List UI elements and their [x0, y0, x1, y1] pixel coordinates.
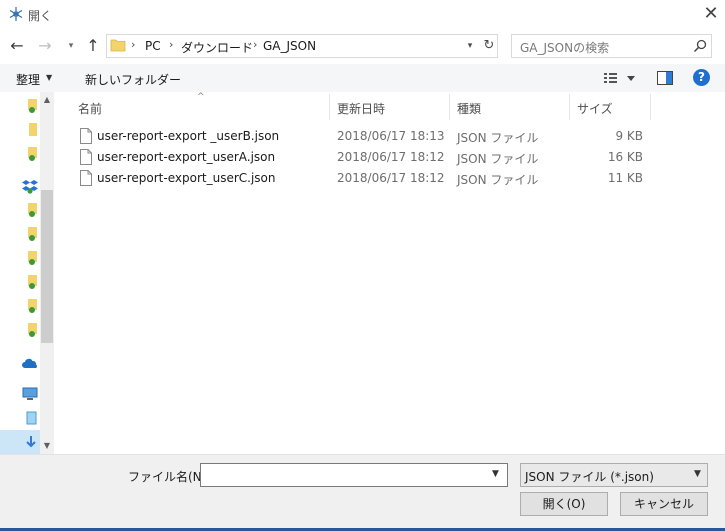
column-header-name[interactable]: 名前	[78, 100, 102, 117]
file-size: 11 KB	[607, 171, 643, 185]
breadcrumb-separator-icon: ›	[131, 38, 136, 51]
window-title: 開く	[28, 9, 53, 23]
breadcrumb-pc[interactable]: PC	[145, 39, 161, 53]
breadcrumb-ga-json[interactable]: GA_JSON	[263, 39, 316, 53]
dropbox-folder-icon[interactable]	[26, 322, 38, 338]
title-bar	[0, 0, 725, 30]
column-divider[interactable]	[449, 94, 450, 120]
command-bar: 整理 ▼ 新しいフォルダー ?	[0, 64, 725, 92]
scrollbar-thumb[interactable]	[41, 190, 53, 343]
column-divider[interactable]	[569, 94, 570, 120]
filename-input[interactable]	[200, 463, 508, 487]
dropbox-folder-icon[interactable]	[26, 226, 38, 242]
app-snowflake-icon	[9, 7, 23, 21]
column-divider[interactable]	[329, 94, 330, 120]
file-name: user-report-export_userC.json	[97, 171, 276, 185]
organize-dropdown-icon[interactable]: ▼	[46, 73, 52, 82]
column-header-type[interactable]: 種類	[457, 100, 481, 117]
scroll-down-icon[interactable]: ▼	[40, 440, 54, 452]
dropbox-icon[interactable]	[22, 178, 38, 194]
cancel-button[interactable]: キャンセル	[620, 492, 708, 516]
scroll-up-icon[interactable]: ▲	[40, 94, 54, 106]
back-arrow-icon[interactable]: ←	[8, 36, 26, 56]
open-button[interactable]: 開く(O)	[520, 492, 608, 516]
filename-history-chevron-icon[interactable]: ▼	[492, 469, 499, 479]
file-date: 2018/06/17 18:12	[337, 171, 445, 185]
organize-button[interactable]: 整理	[16, 71, 40, 88]
file-type: JSON ファイル	[457, 131, 539, 145]
quick-access-folder-icon[interactable]	[26, 98, 38, 114]
library-icon[interactable]	[24, 410, 38, 426]
folder-icon	[110, 39, 126, 52]
search-placeholder: GA_JSONの検索	[520, 41, 610, 55]
dropbox-folder-icon[interactable]	[26, 202, 38, 218]
address-dropdown-chevron-icon[interactable]: ▾	[463, 38, 477, 54]
file-date: 2018/06/17 18:12	[337, 150, 445, 164]
breadcrumb-downloads[interactable]: ダウンロード	[181, 39, 253, 56]
breadcrumb-separator-icon: ›	[169, 38, 174, 51]
breadcrumb-separator-icon: ›	[253, 38, 258, 51]
preview-pane-icon[interactable]	[657, 71, 673, 85]
onedrive-icon[interactable]	[22, 356, 38, 372]
file-icon	[80, 128, 92, 144]
close-button[interactable]: ✕	[700, 3, 722, 25]
file-size: 16 KB	[607, 150, 643, 164]
file-type-value: JSON ファイル (*.json)	[525, 470, 654, 484]
file-row[interactable]: user-report-export_userC.json 2018/06/17…	[72, 168, 652, 189]
refresh-icon[interactable]: ↻	[481, 37, 497, 55]
column-header-size[interactable]: サイズ	[577, 100, 613, 117]
file-row[interactable]: user-report-export _userB.json 2018/06/1…	[72, 126, 652, 147]
quick-access-folder-icon[interactable]	[26, 122, 38, 138]
forward-arrow-icon[interactable]: →	[36, 36, 54, 56]
view-options-icon[interactable]	[600, 70, 640, 86]
new-folder-button[interactable]: 新しいフォルダー	[85, 71, 181, 88]
file-row[interactable]: user-report-export_userA.json 2018/06/17…	[72, 147, 652, 168]
filename-label: ファイル名(N):	[128, 470, 211, 484]
file-date: 2018/06/17 18:13	[337, 129, 445, 143]
help-icon[interactable]: ?	[693, 69, 710, 86]
file-icon	[80, 170, 92, 186]
column-divider[interactable]	[650, 94, 651, 120]
up-arrow-icon[interactable]: ↑	[84, 36, 102, 56]
sort-ascending-icon: ^	[197, 92, 205, 102]
file-name: user-report-export _userB.json	[97, 129, 280, 143]
file-type: JSON ファイル	[457, 173, 539, 187]
address-bar[interactable]: › PC › ダウンロード › GA_JSON ▾ ↻	[106, 34, 498, 58]
quick-access-folder-icon[interactable]	[26, 146, 38, 162]
recent-locations-chevron-icon[interactable]: ▾	[64, 36, 78, 56]
file-size: 9 KB	[615, 129, 643, 143]
file-name: user-report-export_userA.json	[97, 150, 276, 164]
dropbox-folder-icon[interactable]	[26, 250, 38, 266]
file-icon	[80, 149, 92, 165]
dropbox-folder-icon[interactable]	[26, 298, 38, 314]
downloads-arrow-icon[interactable]	[24, 434, 38, 450]
file-type: JSON ファイル	[457, 152, 539, 166]
file-type-chevron-icon: ▼	[694, 469, 701, 479]
search-icon[interactable]	[693, 39, 707, 53]
this-pc-icon[interactable]	[22, 386, 38, 402]
column-header-date[interactable]: 更新日時	[337, 100, 385, 117]
dropbox-folder-icon[interactable]	[26, 274, 38, 290]
file-type-select[interactable]: JSON ファイル (*.json) ▼	[520, 463, 708, 487]
search-box[interactable]: GA_JSONの検索	[511, 34, 712, 58]
